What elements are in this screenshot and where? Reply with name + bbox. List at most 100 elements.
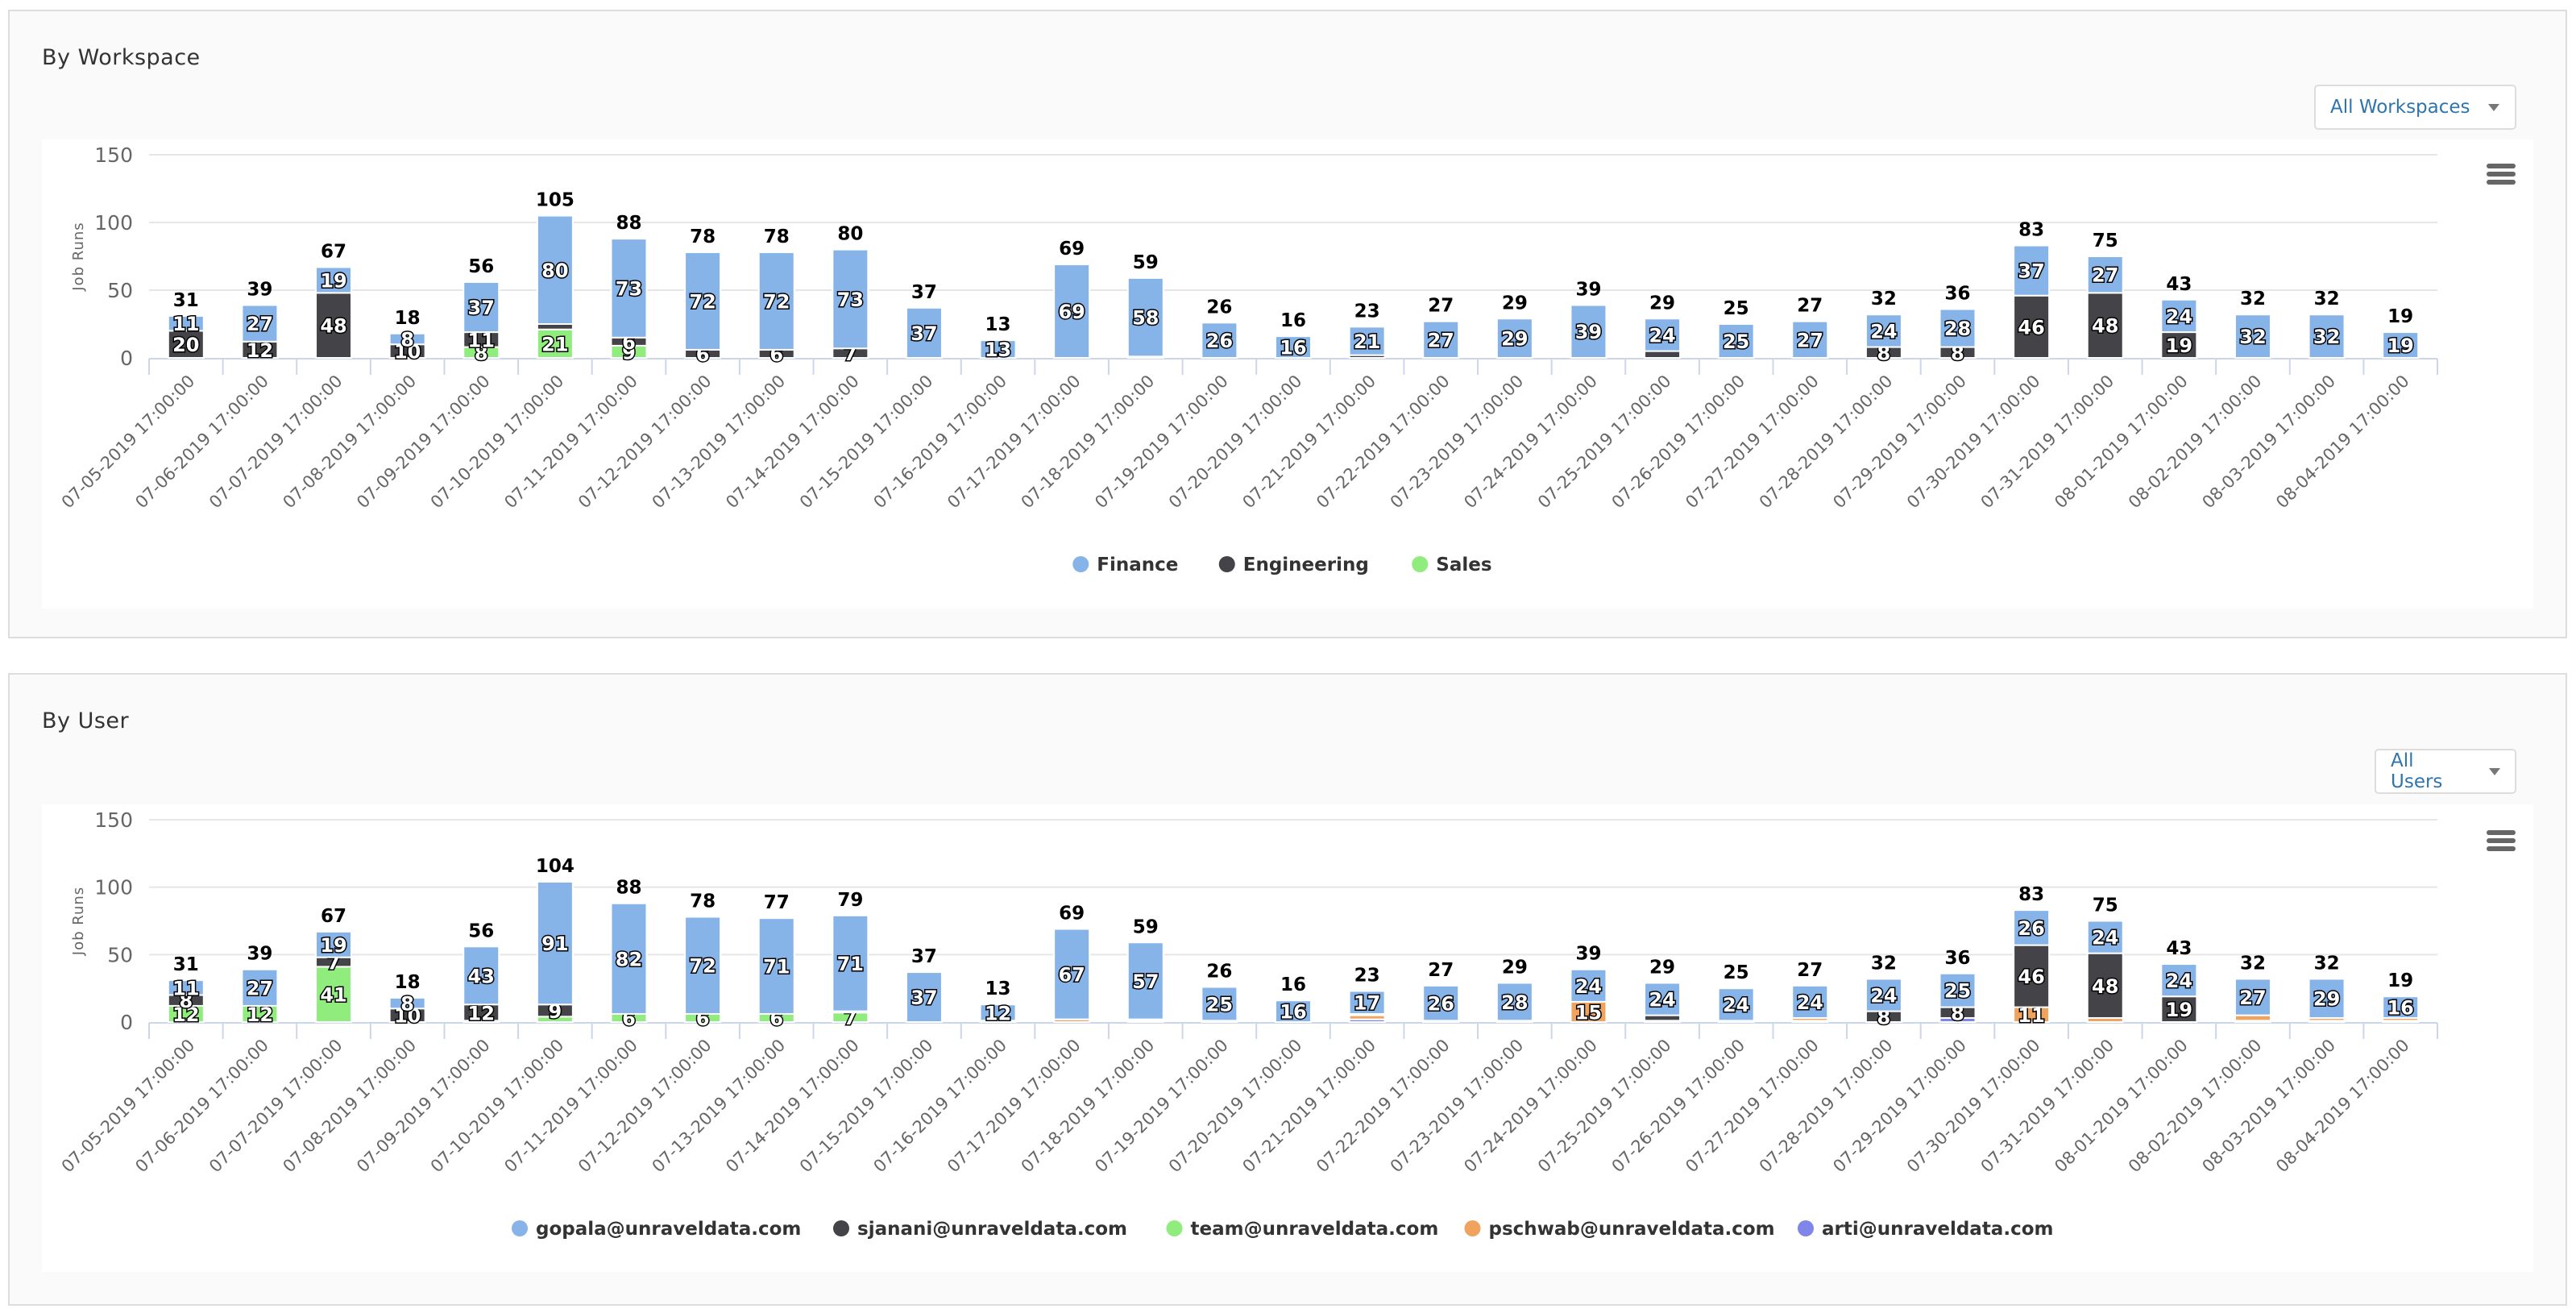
user-filter-dropdown[interactable]: All Users <box>2375 749 2516 794</box>
x-tick-label: 07-31-2019 17:00:00 <box>1977 372 2118 513</box>
bar-data-label: 11 <box>172 313 199 335</box>
bar-segment <box>1644 350 1682 359</box>
legend-item-engineering[interactable]: Engineering <box>1243 555 1369 575</box>
bar-total-label: 43 <box>2166 938 2192 959</box>
legend-marker-icon <box>1464 1220 1481 1236</box>
legend-marker-icon <box>512 1220 528 1236</box>
x-tick-label: 07-05-2019 17:00:00 <box>58 1036 199 1177</box>
bar-data-label: 37 <box>2018 260 2044 283</box>
bar-total-label: 67 <box>321 241 346 262</box>
user-chart-svg: 050100150Job Runs07-05-2019 17:00:001281… <box>58 808 2438 1240</box>
x-tick-label: 08-02-2019 17:00:00 <box>2125 372 2266 513</box>
bar-data-label: 72 <box>689 290 716 313</box>
caret-down-icon <box>2489 767 2500 775</box>
bar-total-label: 32 <box>1871 289 1897 310</box>
x-tick-label: 07-16-2019 17:00:00 <box>869 372 1010 513</box>
bar-total-label: 26 <box>1206 297 1232 318</box>
legend-marker-icon <box>1218 556 1235 572</box>
x-tick-label: 07-18-2019 17:00:00 <box>1018 372 1159 513</box>
legend-item-finance[interactable]: Finance <box>1097 555 1178 575</box>
bar-total-label: 104 <box>536 856 575 877</box>
dropdown-value: All Users <box>2391 750 2443 792</box>
bar-data-label: 21 <box>541 333 568 355</box>
bar-total-label: 29 <box>1502 957 1528 978</box>
bar-data-label: 12 <box>468 1002 495 1024</box>
x-tick-label: 08-03-2019 17:00:00 <box>2198 372 2339 513</box>
bar-data-label: 19 <box>320 269 346 292</box>
bar-total-label: 27 <box>1797 296 1823 317</box>
legend-item-gopala[interactable]: gopala@unraveldata.com <box>536 1219 801 1240</box>
y-tick-label: 0 <box>120 1011 133 1034</box>
legend-item-arti[interactable]: arti@unraveldata.com <box>1822 1219 2053 1240</box>
bar-total-label: 23 <box>1354 966 1380 987</box>
bar-data-label: 27 <box>1797 329 1823 351</box>
bar-total-label: 39 <box>247 944 272 965</box>
workspace-filter-dropdown[interactable]: All Workspaces <box>2314 85 2516 130</box>
bar-data-label: 27 <box>2239 987 2266 1009</box>
bar-data-label: 24 <box>1870 985 1897 1008</box>
bar-total-label: 29 <box>1649 957 1675 978</box>
bar-total-label: 78 <box>764 226 790 247</box>
bar-data-label: 71 <box>763 956 790 979</box>
x-tick-label: 07-14-2019 17:00:00 <box>722 372 863 513</box>
bar-data-label: 37 <box>468 297 495 319</box>
bar-data-label: 27 <box>2092 264 2118 287</box>
bar-data-label: 25 <box>1206 993 1233 1016</box>
bar-data-label: 20 <box>172 334 199 356</box>
bar-segment <box>2234 1014 2271 1022</box>
bar-data-label: 19 <box>320 934 346 957</box>
bar-data-label: 13 <box>985 339 1011 361</box>
bar-total-label: 26 <box>1206 961 1232 982</box>
bar-data-label: 39 <box>1575 321 1602 343</box>
bar-data-label: 17 <box>1354 992 1380 1015</box>
bar-data-label: 37 <box>911 322 937 345</box>
x-tick-label: 07-15-2019 17:00:00 <box>796 1036 937 1177</box>
caret-down-icon <box>2487 103 2499 111</box>
chart-menu-hamburger-icon[interactable] <box>2487 164 2516 186</box>
bar-data-label: 48 <box>2092 315 2118 338</box>
x-tick-label: 07-09-2019 17:00:00 <box>353 1036 494 1177</box>
legend-item-team[interactable]: team@unraveldata.com <box>1191 1219 1439 1240</box>
bar-data-label: 24 <box>1870 320 1897 343</box>
bar-data-label: 26 <box>1206 330 1233 352</box>
bar-total-label: 19 <box>2387 970 2413 991</box>
bar-data-label: 32 <box>2239 326 2266 348</box>
bar-total-label: 105 <box>536 190 575 211</box>
bar-data-label: 32 <box>2313 326 2340 348</box>
bar-data-label: 24 <box>2166 970 2192 992</box>
legend-marker-icon <box>1412 556 1429 572</box>
bar-total-label: 32 <box>1871 953 1897 974</box>
bar-data-label: 16 <box>1280 1001 1306 1024</box>
bar-data-label: 8 <box>400 328 414 351</box>
x-tick-label: 08-01-2019 17:00:00 <box>2051 1036 2192 1177</box>
y-tick-label: 100 <box>94 876 133 900</box>
bar-data-label: 48 <box>320 315 346 338</box>
chart-menu-hamburger-icon[interactable] <box>2487 830 2516 853</box>
legend-item-pschwab[interactable]: pschwab@unraveldata.com <box>1489 1219 1775 1240</box>
bar-data-label: 24 <box>1649 324 1675 347</box>
bar-total-label: 16 <box>1280 974 1306 995</box>
bar-total-label: 59 <box>1133 252 1159 273</box>
x-tick-label: 07-24-2019 17:00:00 <box>1460 1036 1601 1177</box>
bar-total-label: 75 <box>2093 895 2118 916</box>
bar-data-label: 12 <box>247 339 273 362</box>
bar-total-label: 16 <box>1280 310 1306 331</box>
bar-total-label: 88 <box>616 878 641 899</box>
workspace-chart-svg: 0 50 100 150 Job Runs 07-05-2019 17:00:00 2011… <box>58 143 2438 575</box>
x-tick-label: 08-04-2019 17:00:00 <box>2272 372 2413 513</box>
x-tick-label: 07-05-2019 17:00:00 <box>58 372 199 513</box>
bar-data-label: 26 <box>2018 917 2044 940</box>
x-tick-label: 08-03-2019 17:00:00 <box>2198 1036 2339 1177</box>
x-tick-label: 07-12-2019 17:00:00 <box>575 372 716 513</box>
x-tick-label: 07-27-2019 17:00:00 <box>1682 372 1823 513</box>
bar-data-label: 25 <box>1944 980 1971 1003</box>
legend-item-sjanani[interactable]: sjanani@unraveldata.com <box>857 1219 1127 1240</box>
bar-data-label: 26 <box>1428 993 1454 1016</box>
bar-total-label: 88 <box>616 213 641 234</box>
bar-data-label: 15 <box>1575 1001 1602 1024</box>
x-tick-label: 07-22-2019 17:00:00 <box>1313 1036 1454 1177</box>
x-tick-label: 07-24-2019 17:00:00 <box>1460 372 1601 513</box>
workspace-chart: 0 50 100 150 Job Runs 07-05-2019 17:00:00 20 11… <box>42 139 2533 609</box>
bar-total-label: 27 <box>1428 296 1454 317</box>
legend-item-sales[interactable]: Sales <box>1436 555 1491 575</box>
